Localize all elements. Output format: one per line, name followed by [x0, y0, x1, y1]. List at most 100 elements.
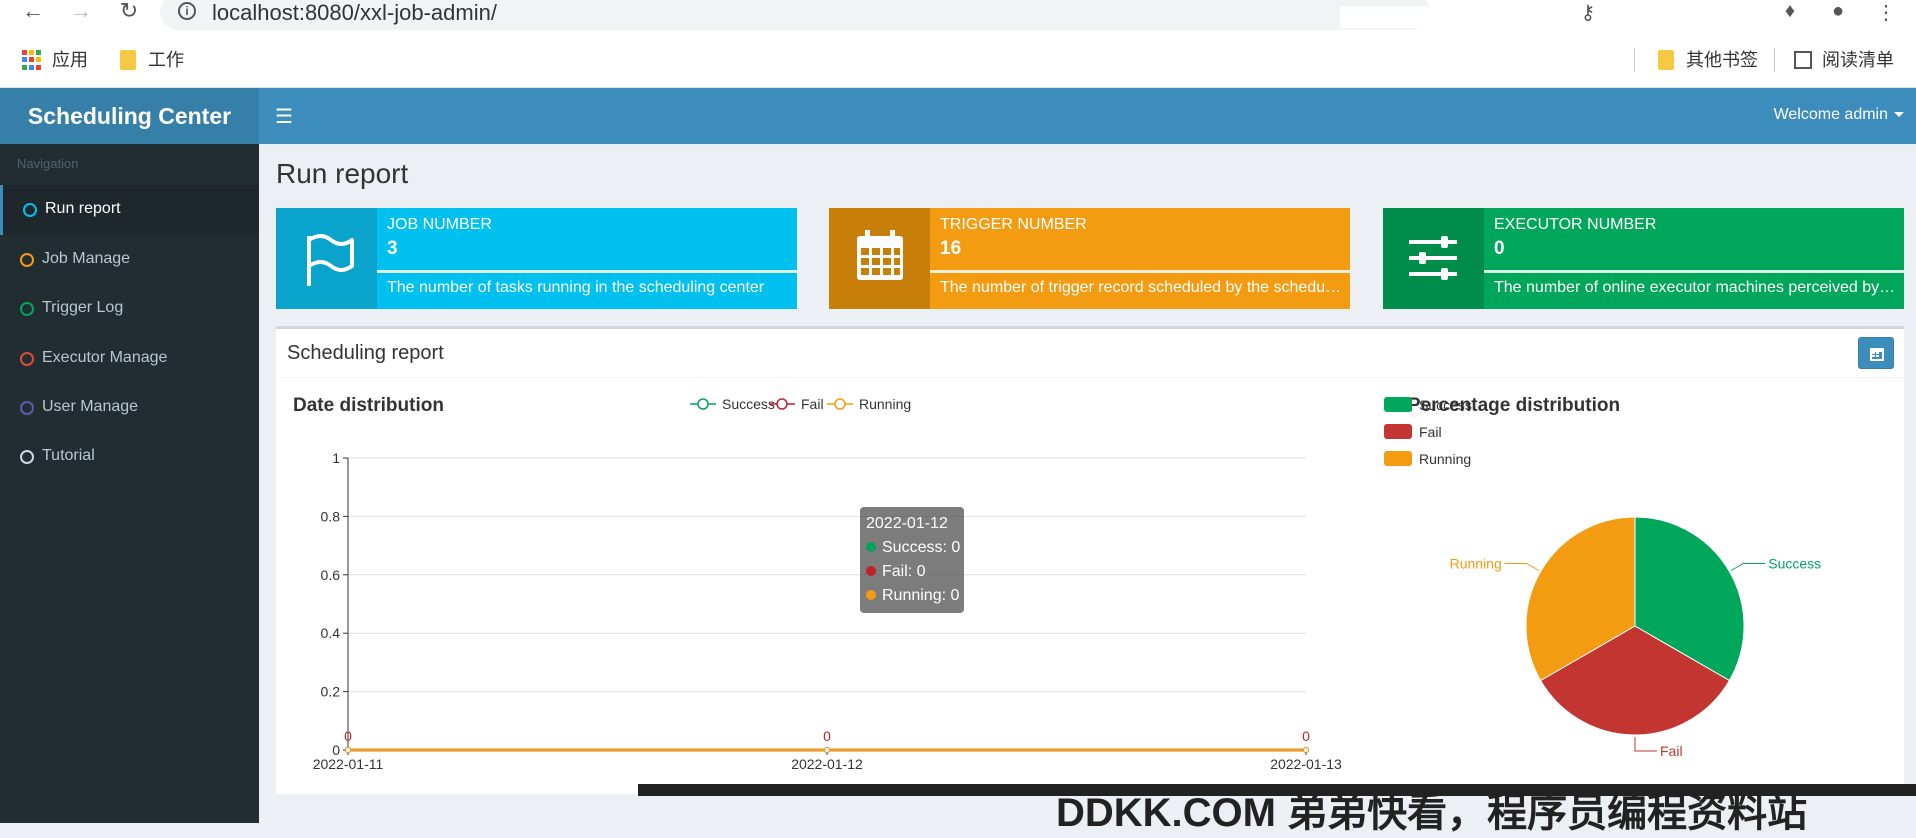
legend-marker [697, 398, 709, 410]
sidebar-item-label: Trigger Log [42, 299, 124, 316]
sidebar-item-label: Job Manage [42, 250, 131, 267]
y-tick-label: 1 [332, 450, 340, 466]
x-tick-label: 2022-01-12 [791, 756, 863, 772]
y-tick-label: 0.2 [321, 684, 341, 700]
legend-marker [834, 398, 846, 410]
info-box-description: The number of tasks running in the sched… [387, 279, 765, 296]
sidebar-item-job-manage[interactable]: Job Manage [0, 235, 259, 285]
browser-chrome: ← → ↻ i localhost:8080/xxl-job-admin/ ⚷ … [0, 0, 1916, 88]
bookmark-work[interactable]: 工作 [118, 48, 184, 72]
pie-legend-label: Success [1419, 397, 1472, 413]
y-tick-label: 0.6 [321, 567, 341, 583]
info-box-job-number: JOB NUMBER 3 The number of tasks running… [276, 208, 797, 309]
folder-icon [1658, 50, 1674, 70]
app-logo[interactable]: Scheduling Center [0, 88, 259, 144]
y-tick-label: 0.8 [321, 508, 341, 524]
caret-down-icon [1894, 112, 1904, 118]
sidebar-item-label: Tutorial [42, 447, 95, 464]
data-point [345, 747, 351, 753]
circle-icon [20, 253, 34, 267]
apps-grid-icon [22, 50, 42, 70]
info-box-trigger-number: TRIGGER NUMBER 16 The number of trigger … [829, 208, 1350, 309]
tooltip-line: Fail: 0 [882, 563, 926, 580]
pie-label-line [1634, 737, 1657, 752]
bookmark-reading-list-label: 阅读清单 [1822, 50, 1894, 70]
back-icon[interactable]: ← [18, 0, 48, 26]
info-box-label: EXECUTOR NUMBER [1494, 216, 1657, 233]
page-title: Run report [276, 158, 409, 189]
pie-label-line [1730, 563, 1766, 571]
tooltip-marker [866, 590, 876, 600]
pie-legend-label: Fail [1419, 424, 1442, 440]
welcome-text: Welcome admin [1773, 106, 1888, 123]
profile-icon[interactable]: ● [1824, 0, 1852, 26]
legend-label: Fail [801, 396, 824, 412]
menu-dots-icon[interactable]: ⋮ [1872, 0, 1900, 26]
bookmark-work-label: 工作 [148, 50, 184, 70]
bookmark-apps-label: 应用 [52, 50, 88, 70]
legend-marker [776, 398, 788, 410]
tooltip-date: 2022-01-12 [866, 515, 948, 532]
report-charts: Date distribution Success Fail Running 0 0.2 0… [293, 395, 1821, 772]
bookmark-separator [1634, 48, 1635, 72]
info-box-progress [377, 270, 797, 273]
calendar-icon [829, 208, 930, 309]
sliders-icon [1383, 208, 1484, 309]
sidebar: Navigation Run report Job Manage Trigger… [0, 144, 259, 823]
reload-icon[interactable]: ↻ [114, 0, 144, 26]
info-box-description: The number of online executor machines p… [1494, 279, 1896, 296]
sidebar-item-user-manage[interactable]: User Manage [0, 383, 259, 433]
sidebar-item-trigger-log[interactable]: Trigger Log [0, 284, 259, 334]
tooltip-marker [866, 566, 876, 576]
forward-icon[interactable]: → [66, 0, 96, 26]
site-info-icon[interactable]: i [178, 2, 196, 20]
sidebar-toggle-icon[interactable]: ☰ [275, 104, 293, 129]
pie-label-line [1504, 563, 1540, 571]
pie-label: Running [1450, 556, 1502, 572]
bookmark-reading-list[interactable]: 阅读清单 [1792, 48, 1894, 72]
data-label: 0 [344, 728, 352, 744]
sidebar-header: Navigation [17, 156, 79, 171]
tooltip-marker [866, 542, 876, 552]
tooltip-line: Running: 0 [882, 587, 959, 604]
address-bar[interactable]: i localhost:8080/xxl-job-admin/ [160, 0, 1430, 30]
circle-icon [20, 352, 34, 366]
user-menu[interactable]: Welcome admin [1774, 106, 1904, 124]
bookmark-separator [1774, 48, 1775, 72]
url-text: localhost:8080/xxl-job-admin/ [212, 0, 497, 25]
bookmarks-bar: 应用 工作 其他书签 阅读清单 [0, 42, 1916, 78]
data-label: 0 [823, 728, 831, 744]
data-label: 0 [1302, 728, 1310, 744]
info-box-label: TRIGGER NUMBER [940, 216, 1087, 233]
info-box-number: 0 [1494, 238, 1505, 259]
info-box-label: JOB NUMBER [387, 216, 492, 233]
line-chart-title: Date distribution [293, 395, 444, 416]
data-point [1303, 747, 1309, 753]
info-box-progress [930, 270, 1350, 273]
pie-legend-swatch [1384, 424, 1412, 439]
key-icon[interactable]: ⚷ [1574, 0, 1602, 26]
circle-icon [20, 302, 34, 316]
pie-legend-label: Running [1419, 451, 1471, 467]
reading-list-icon [1794, 51, 1812, 69]
pie-label: Success [1768, 556, 1821, 572]
sidebar-item-label: Executor Manage [42, 349, 168, 366]
legend-label: Running [859, 396, 911, 412]
bookmark-other[interactable]: 其他书签 [1656, 48, 1758, 72]
sidebar-item-tutorial[interactable]: Tutorial [0, 432, 259, 482]
x-tick-label: 2022-01-13 [1270, 756, 1342, 772]
sidebar-item-executor-manage[interactable]: Executor Manage [0, 334, 259, 384]
bookmark-apps[interactable]: 应用 [22, 48, 88, 72]
circle-icon [20, 450, 34, 464]
x-tick-label: 2022-01-11 [313, 756, 384, 772]
sidebar-item-run-report[interactable]: Run report [0, 185, 259, 235]
sidebar-item-label: Run report [45, 200, 121, 217]
browser-nav-row: ← → ↻ i localhost:8080/xxl-job-admin/ ⚷ … [0, 0, 1916, 30]
watermark-text: DDKK.COM 弟弟快看，程序员编程资料站 [1056, 791, 1808, 835]
extension-area [1340, 6, 1540, 28]
tooltip-line: Success: 0 [882, 539, 960, 556]
puzzle-icon[interactable]: ♦ [1776, 0, 1804, 26]
sidebar-item-label: User Manage [42, 398, 139, 415]
info-box-number: 16 [940, 238, 962, 259]
circle-icon [23, 203, 37, 217]
